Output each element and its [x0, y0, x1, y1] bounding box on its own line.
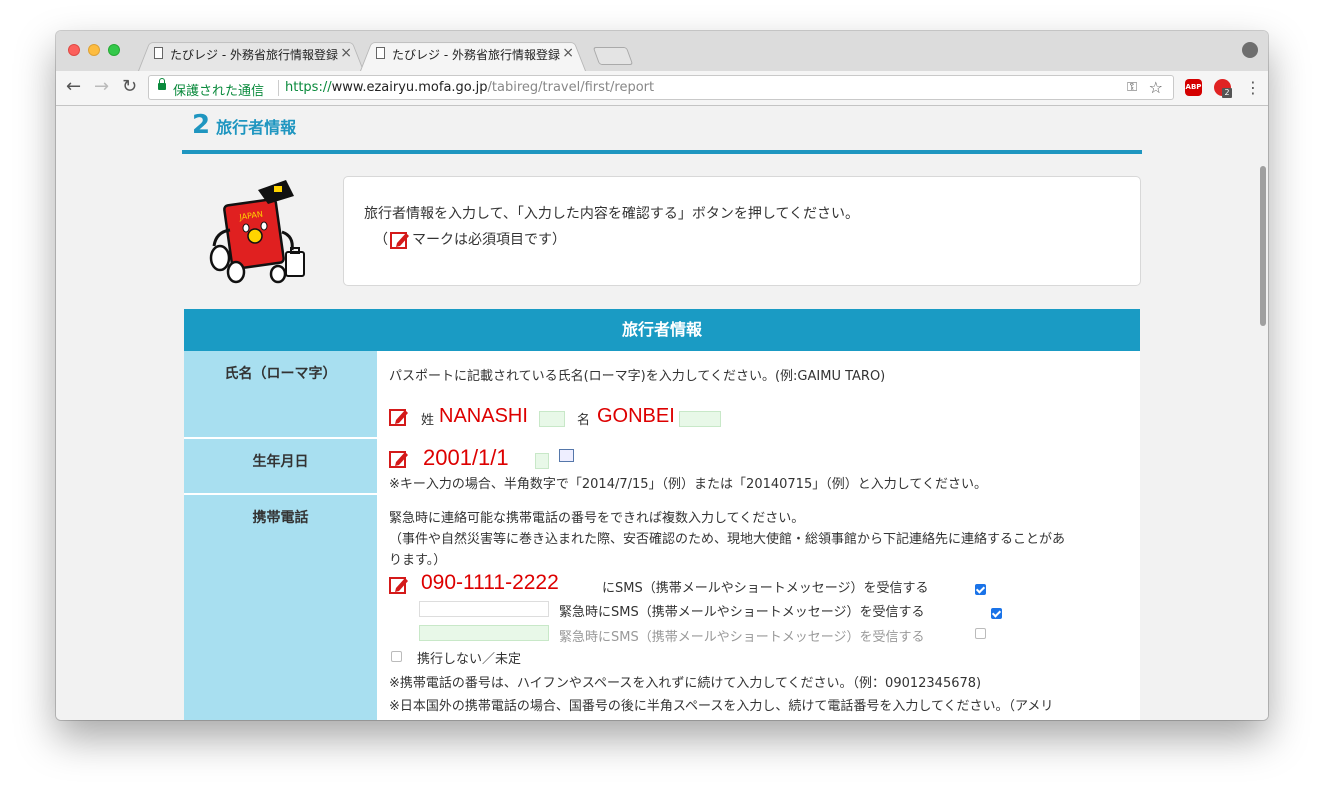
phone-instruction-1: 緊急時に連絡可能な携帯電話の番号をできれば複数入力してください。	[389, 511, 805, 526]
section-divider	[182, 150, 1142, 154]
form-header: 旅行者情報	[184, 309, 1140, 351]
birthdate-row: 生年月日 2001/1/1 ※キー入力の場合、半角数字で「2014/7/15」（…	[184, 439, 1140, 495]
menu-icon[interactable]: ⋮	[1245, 78, 1261, 97]
surname-label: 姓	[421, 413, 435, 428]
section-heading: 2 旅行者情報	[192, 110, 296, 140]
minimize-window-button[interactable]	[88, 44, 100, 56]
surname-field-box[interactable]	[539, 411, 565, 427]
browser-window: たびレジ - 外務省旅行情報登録 × たびレジ - 外務省旅行情報登録 × ← …	[56, 31, 1268, 720]
profile-icon[interactable]	[1242, 42, 1258, 58]
browser-toolbar: ← → ↻ 保護された通信 https://www.ezairyu.mofa.g…	[56, 71, 1268, 106]
page-viewport: 2 旅行者情報 JAPAN 旅行者情報を入力して、「入力した内容を確認する」ボタ…	[56, 106, 1268, 720]
birthdate-note: ※キー入力の場合、半角数字で「2014/7/15」（例）または「20140715…	[389, 477, 987, 492]
scrollbar[interactable]	[1260, 166, 1266, 326]
given-name-input[interactable]: GONBEI	[597, 405, 675, 428]
page-icon	[154, 47, 163, 59]
birthdate-label: 生年月日	[184, 439, 377, 493]
key-icon[interactable]: ⚿	[1127, 80, 1137, 95]
close-tab-icon[interactable]: ×	[340, 45, 352, 61]
surname-input[interactable]: NANASHI	[439, 405, 528, 428]
lock-icon	[158, 78, 166, 90]
phone-instruction-2: （事件や自然災害等に巻き込まれた際、安否確認のため、現地大使館・総領事館から下記…	[389, 532, 1066, 547]
sms-1-checkbox[interactable]	[975, 584, 986, 595]
extension-badge: 2	[1222, 88, 1232, 98]
url-text[interactable]: https://www.ezairyu.mofa.go.jp/tabireg/t…	[285, 80, 654, 95]
phone-instruction-3: ります。）	[389, 553, 447, 568]
name-row: 氏名（ローマ字） パスポートに記載されている氏名(ローマ字)を入力してください。…	[184, 351, 1140, 439]
tab-title: たびレジ - 外務省旅行情報登録	[392, 48, 560, 62]
traveler-form: 旅行者情報 氏名（ローマ字） パスポートに記載されている氏名(ローマ字)を入力し…	[184, 309, 1140, 720]
instructions-box: 旅行者情報を入力して、「入力した内容を確認する」ボタンを押してください。 （マー…	[343, 176, 1141, 286]
name-instruction: パスポートに記載されている氏名(ローマ字)を入力してください。(例:GAIMU …	[389, 369, 886, 384]
phone-2-input[interactable]	[419, 601, 549, 617]
extension-icon[interactable]: 2	[1214, 79, 1232, 98]
zoom-window-button[interactable]	[108, 44, 120, 56]
forward-icon[interactable]: →	[94, 77, 109, 97]
adblock-icon[interactable]: ABP	[1185, 79, 1202, 96]
tab-strip: たびレジ - 外務省旅行情報登録 × たびレジ - 外務省旅行情報登録 ×	[56, 31, 1268, 71]
close-window-button[interactable]	[68, 44, 80, 56]
mobile-phone-label: 携帯電話	[184, 495, 377, 720]
phone-note-1: ※携帯電話の番号は、ハイフンやスペースを入れずに続けて入力してください。（例：0…	[389, 676, 982, 691]
secure-label: 保護された通信	[173, 84, 265, 99]
required-mark-note: （マークは必須項目です）	[374, 230, 566, 250]
passport-mascot-icon: JAPAN	[209, 180, 305, 284]
required-pencil-icon	[389, 407, 409, 427]
phone-note-2: ※日本国外の携帯電話の場合、国番号の後に半角スペースを入力し、続けて電話番号を入…	[389, 699, 1054, 714]
close-tab-icon[interactable]: ×	[562, 45, 574, 61]
name-label: 氏名（ローマ字）	[184, 351, 377, 437]
bookmark-star-icon[interactable]: ☆	[1149, 78, 1163, 97]
birthdate-input[interactable]: 2001/1/1	[423, 445, 509, 471]
sms-2-checkbox[interactable]	[991, 608, 1003, 619]
page-icon	[376, 47, 385, 59]
required-pencil-icon	[389, 575, 409, 595]
given-name-field-box[interactable]	[679, 411, 721, 427]
tab-1[interactable]: たびレジ - 外務省旅行情報登録 ×	[138, 39, 364, 71]
required-pencil-icon	[389, 449, 409, 469]
tab-2[interactable]: たびレジ - 外務省旅行情報登録 ×	[360, 39, 586, 71]
tab-title: たびレジ - 外務省旅行情報登録	[170, 48, 338, 62]
instructions-text: 旅行者情報を入力して、「入力した内容を確認する」ボタンを押してください。	[364, 206, 860, 222]
calendar-icon[interactable]	[559, 449, 574, 462]
sms-2-label: 緊急時にSMS（携帯メールやショートメッセージ）を受信する	[559, 605, 925, 620]
mobile-phone-row: 携帯電話 緊急時に連絡可能な携帯電話の番号をできれば複数入力してください。 （事…	[184, 495, 1140, 720]
birthdate-field-box[interactable]	[535, 453, 549, 469]
section-number: 2	[192, 110, 211, 140]
section-title: 旅行者情報	[216, 118, 297, 137]
back-icon[interactable]: ←	[66, 77, 81, 97]
reload-icon[interactable]: ↻	[122, 77, 137, 97]
given-name-label: 名	[577, 413, 591, 428]
sms-3-label: 緊急時にSMS（携帯メールやショートメッセージ）を受信する	[559, 630, 925, 645]
sms-1-label: にSMS（携帯メールやショートメッセージ）を受信する	[602, 581, 929, 596]
no-phone-checkbox[interactable]	[391, 651, 402, 662]
phone-3-input[interactable]	[419, 625, 549, 641]
phone-1-input[interactable]: 090-1111-2222	[421, 571, 559, 595]
address-bar[interactable]: 保護された通信 https://www.ezairyu.mofa.go.jp/t…	[148, 75, 1174, 100]
new-tab-button[interactable]	[592, 47, 634, 65]
sms-3-checkbox[interactable]	[975, 628, 986, 639]
no-phone-label: 携行しない／未定	[417, 652, 522, 667]
required-pencil-icon	[390, 230, 410, 250]
